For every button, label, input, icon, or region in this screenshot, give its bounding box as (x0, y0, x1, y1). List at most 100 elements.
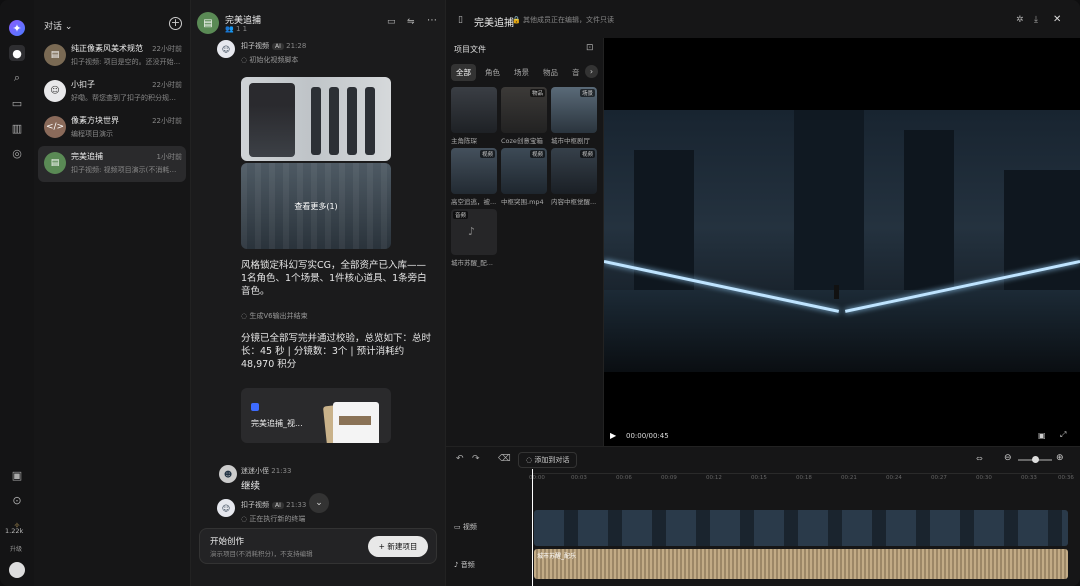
tick-label: 00:30 (976, 475, 992, 481)
download-icon[interactable]: ⊙ (9, 492, 25, 508)
library-icon[interactable]: ▥ (9, 120, 25, 136)
conversation-item[interactable]: </> 像素方块世界 22小时前 编程项目演示 (38, 110, 186, 146)
system-step: ◌ 生成V6输出并结束 (241, 312, 308, 320)
chevron-right-icon[interactable]: › (585, 65, 598, 78)
start-subtitle: 演示项目(不消耗积分)，不支持编辑 (210, 550, 313, 558)
brightness-icon[interactable]: ✲ (1016, 15, 1024, 25)
upgrade-label[interactable]: 升级 (10, 544, 22, 553)
track-audio-label: ♪ 音频 (454, 561, 475, 569)
undo-icon[interactable]: ↶ (456, 454, 464, 464)
asset-tabs: 全部 角色 场景 物品 音 (451, 64, 585, 81)
asset-label: Coze创意宝箱 (501, 137, 543, 145)
subtitles-icon[interactable]: ▣ (1038, 431, 1046, 440)
conversation-list: 对话 ⌄ + ▤ 纯正像素风美术规范 22小时前 扣子视频: 项目是空的。还没开… (34, 0, 190, 586)
conversation-item[interactable]: ☺ 小扣子 22小时前 好嘞。帮您查到了扣子的积分规则... (38, 74, 186, 110)
asset-thumb[interactable]: 视频 (451, 148, 497, 194)
zoom-in-icon[interactable]: ⊕ (1056, 453, 1064, 463)
asset-thumb[interactable]: 视频 (551, 148, 597, 194)
app-logo-icon: ✦ (9, 20, 25, 36)
message-text: 风格锁定科幻写实CG，全部资产已入库——1名角色、1个场景、1件核心道具、1条旁… (241, 260, 427, 297)
close-icon[interactable]: ✕ (1053, 14, 1061, 25)
credits-count: 1.22k (5, 527, 24, 535)
new-project-button[interactable]: + 新建项目 (368, 536, 428, 557)
asset-thumb[interactable]: 音频 ♪ (451, 209, 497, 255)
doc-icon (251, 403, 259, 411)
user-avatar: ☻ (219, 465, 237, 483)
scroll-down-button[interactable]: ⌄ (309, 493, 329, 513)
conversation-time: 22小时前 (152, 81, 182, 89)
project-avatar: ▤ (197, 12, 219, 34)
chat-members: 👥 1 1 (225, 25, 248, 33)
asset-thumb[interactable]: 物品 (501, 87, 547, 133)
settings-icon[interactable]: ⇋ (407, 17, 415, 27)
bot-avatar: ☺ (217, 40, 235, 58)
asset-thumb[interactable]: 视频 (501, 148, 547, 194)
conversation-title: 像素方块世界 (71, 116, 119, 125)
conversation-preview: 好嘞。帮您查到了扣子的积分规则... (71, 94, 181, 102)
readonly-notice: 🔒 其他成员正在编辑，文件只读 (512, 16, 614, 24)
tick-label: 00:36 (1058, 475, 1074, 481)
folder-icon[interactable]: ▭ (9, 95, 25, 111)
tab-items[interactable]: 物品 (538, 64, 563, 81)
tab-characters[interactable]: 角色 (480, 64, 505, 81)
tab-scenes[interactable]: 场景 (509, 64, 534, 81)
character-sheet-image[interactable] (241, 77, 391, 161)
conversation-preview: 扣子视频: 视频项目演示(不消耗积... (71, 166, 181, 174)
asset-label: 高空追逃，被... (451, 198, 497, 206)
project-title: 完美追捕 (474, 18, 514, 29)
project-files: 项目文件 ⊡ 全部 角色 场景 物品 音 › 主角陈琛 物品 Coze创意宝箱 … (446, 38, 604, 446)
redo-icon[interactable]: ↷ (472, 454, 480, 464)
conversation-item[interactable]: ▤ 纯正像素风美术规范 22小时前 扣子视频: 项目是空的。还没开始... (38, 38, 186, 74)
audio-track-clip[interactable]: 城市苏醒_配乐 (534, 549, 1068, 579)
add-to-dialog-button[interactable]: ◌ 添加到对话 (518, 452, 578, 468)
expand-icon[interactable]: ⊡ (586, 43, 594, 53)
view-more-link[interactable]: 查看更多(1) (241, 201, 391, 212)
globe-icon[interactable]: ◎ (9, 145, 25, 161)
sidebar-toggle-icon[interactable]: ▯ (458, 15, 463, 25)
new-conversation-button[interactable]: + (169, 17, 182, 30)
search-icon[interactable]: ⌕ (9, 70, 25, 86)
download-icon[interactable]: ⤓ (1034, 15, 1038, 25)
conversation-preview: 扣子视频: 项目是空的。还没开始... (71, 58, 181, 66)
start-creating-bar: 开始创作 演示项目(不消耗积分)，不支持编辑 + 新建项目 (199, 528, 437, 564)
asset-label: 主角陈琛 (451, 137, 477, 145)
code-icon: </> (44, 116, 66, 138)
audio-clip-label: 城市苏醒_配乐 (537, 553, 577, 560)
chat-icon[interactable]: ● (9, 45, 25, 61)
play-icon[interactable]: ▶ (610, 431, 616, 440)
tick-label: 00:12 (706, 475, 722, 481)
zoom-out-icon[interactable]: ⊖ (1004, 453, 1012, 463)
clapper-icon: ▤ (44, 152, 66, 174)
tab-all[interactable]: 全部 (451, 64, 476, 81)
fullscreen-icon[interactable]: ⤢ (1060, 430, 1066, 440)
tick-label: 00:21 (841, 475, 857, 481)
asset-thumb[interactable] (451, 87, 497, 133)
tab-audio[interactable]: 音 (567, 64, 585, 81)
asset-label: 城市苏醒_配... (451, 259, 493, 267)
tick-label: 00:24 (886, 475, 902, 481)
asset-label: 内容中枢觉醒... (551, 198, 597, 206)
link-icon[interactable]: ⇔ (976, 454, 983, 463)
video-preview[interactable]: ▶ 00:00/00:45 ▣ ⤢ (604, 38, 1080, 446)
trash-icon[interactable]: ⌫ (498, 454, 511, 464)
user-name: 迷迷小侄 21:33 (241, 467, 292, 475)
folder-icon[interactable]: ▭ (387, 17, 396, 27)
video-frame (604, 110, 1080, 372)
script-file-card[interactable]: 完美追捕_视... (241, 388, 391, 443)
zoom-slider[interactable] (1018, 456, 1052, 463)
scene-image[interactable]: 查看更多(1) (241, 163, 391, 249)
playhead[interactable] (532, 469, 533, 586)
music-note-icon: ♪ (468, 225, 476, 238)
asset-label: 城市中枢剧厅 (551, 137, 590, 145)
video-track-clip[interactable] (534, 510, 1068, 546)
asset-thumb[interactable]: 场景 (551, 87, 597, 133)
system-step: ◌ 初始化视频脚本 (241, 56, 299, 64)
tick-label: 00:09 (661, 475, 677, 481)
user-avatar[interactable] (9, 562, 25, 578)
conversations-header[interactable]: 对话 ⌄ (44, 19, 72, 32)
conversation-item-active[interactable]: ▤ 完美追捕 1小时前 扣子视频: 视频项目演示(不消耗积... (38, 146, 186, 182)
more-icon[interactable]: ⋯ (427, 15, 437, 26)
conversation-time: 1小时前 (156, 153, 182, 161)
device-icon[interactable]: ▣ (9, 467, 25, 483)
tick-label: 00:27 (931, 475, 947, 481)
